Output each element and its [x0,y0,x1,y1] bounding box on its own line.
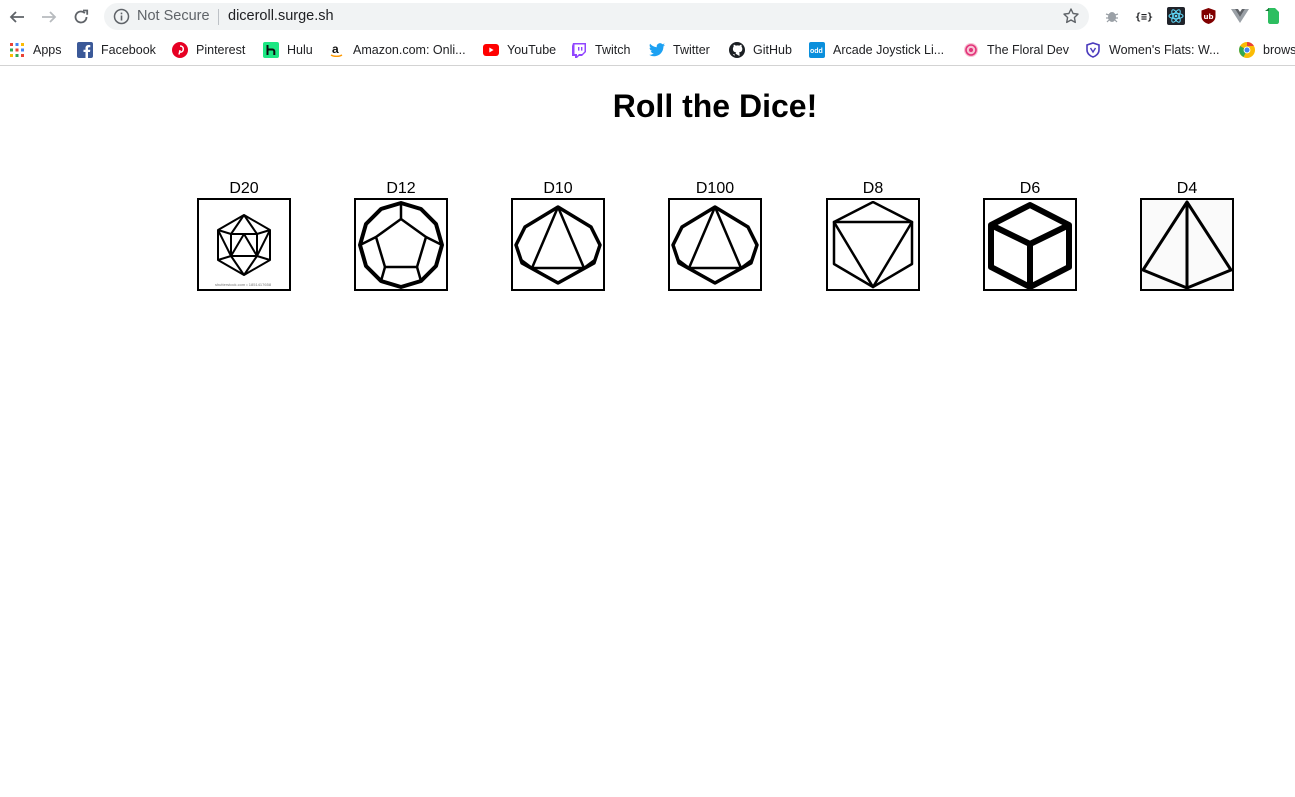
bookmark-label: Twitter [673,43,710,57]
bookmark-github[interactable]: GitHub [729,39,792,61]
forward-arrow-icon [42,11,57,23]
d8-icon [832,200,914,288]
bookmark-pinterest[interactable]: Pinterest [172,39,245,61]
pinterest-icon [172,42,188,58]
bookmark-twitter[interactable]: Twitter [649,39,710,61]
bookmark-label: Hulu [287,43,313,57]
die-card-d100: D100 [668,180,762,291]
bookmark-amazon[interactable]: a Amazon.com: Onli... [329,39,466,61]
chrome-icon [1239,42,1255,58]
bookmark-arcade[interactable]: odd Arcade Joystick Li... [809,39,944,61]
back-button[interactable] [5,5,29,29]
d10-icon [514,204,602,285]
bookmark-facebook[interactable]: Facebook [77,39,156,61]
browser-toolbar: Not Secure diceroll.surge.sh {≡} ub [0,0,1295,34]
floral-icon [963,42,979,58]
d20-button[interactable]: shutterstock.com • 1851417658 [197,198,291,291]
bookmark-label: The Floral Dev [987,43,1069,57]
vue-devtools-icon[interactable] [1231,7,1249,25]
reload-button[interactable] [69,5,93,29]
forward-button[interactable] [37,5,61,29]
bookmark-label: YouTube [507,43,557,57]
address-bar[interactable]: Not Secure diceroll.surge.sh [104,3,1089,30]
apps-grid-icon [9,42,25,58]
die-label: D8 [862,180,884,197]
bug-extension-icon[interactable] [1103,7,1121,25]
die-label: D10 [543,180,573,197]
page-title: Roll the Dice! [612,88,818,124]
youtube-icon [483,42,499,58]
d6-button[interactable] [983,198,1077,291]
svg-text:a: a [332,42,339,56]
bookmark-label: Apps [33,43,62,57]
separator [218,9,219,25]
bookmark-youtube[interactable]: YouTube [483,39,556,61]
svg-text:odd: odd [810,48,823,55]
url-text[interactable]: diceroll.surge.sh [228,8,334,24]
svg-text:ub: ub [1203,13,1213,21]
back-arrow-icon [9,11,24,23]
svg-text:{≡}: {≡} [1135,12,1153,22]
d12-icon [358,200,444,289]
die-card-d8: D8 [826,180,920,291]
bookmark-apps[interactable]: Apps [9,39,62,61]
bookmarks-bar: Apps Facebook Pinterest Hulu a Amazon.co… [0,34,1295,66]
die-card-d12: D12 [354,180,448,291]
die-label: D4 [1176,180,1198,197]
d12-button[interactable] [354,198,448,291]
shield-icon [1085,42,1101,58]
bookmark-womens-flats[interactable]: Women's Flats: W... [1085,39,1220,61]
react-devtools-icon[interactable] [1167,7,1185,25]
die-card-d4: D4 [1140,180,1234,291]
twitch-icon [571,42,587,58]
evernote-extension-icon[interactable] [1263,7,1281,25]
bookmark-floral-dev[interactable]: The Floral Dev [963,39,1069,61]
twitter-icon [649,42,665,58]
bookmark-browser[interactable]: brows [1239,39,1295,61]
bookmark-label: GitHub [753,43,792,57]
d4-icon [1142,200,1232,289]
bookmark-star-icon[interactable] [1062,7,1080,25]
bookmark-label: Pinterest [196,43,246,57]
die-card-d10: D10 [511,180,605,291]
bookmark-label: Twitch [595,43,631,57]
die-label: D6 [1019,180,1041,197]
bookmark-twitch[interactable]: Twitch [571,39,630,61]
die-label: D20 [229,180,259,197]
bookmark-label: Arcade Joystick Li... [833,43,945,57]
die-label: D12 [386,180,416,197]
bookmark-label: brows [1263,43,1295,57]
security-status: Not Secure [137,8,210,24]
d10-button[interactable] [511,198,605,291]
ublock-icon[interactable]: ub [1199,7,1217,25]
d4-button[interactable] [1140,198,1234,291]
json-extension-icon[interactable]: {≡} [1135,7,1153,25]
bookmark-hulu[interactable]: Hulu [263,39,313,61]
d8-button[interactable] [826,198,920,291]
image-credit: shutterstock.com • 1851417658 [214,282,272,287]
facebook-icon [77,42,93,58]
reload-icon [74,9,89,24]
github-icon [729,42,745,58]
arcade-icon: odd [809,42,825,58]
d100-button[interactable] [668,198,762,291]
bookmark-label: Amazon.com: Onli... [353,43,466,57]
die-label: D100 [695,180,735,197]
d100-icon [671,204,759,285]
d20-icon [217,213,271,276]
die-card-d20: D20 shutterstock.com • 1851417658 [197,180,291,291]
die-card-d6: D6 [983,180,1077,291]
info-icon[interactable] [113,8,130,25]
bookmark-label: Women's Flats: W... [1109,43,1220,57]
hulu-icon [263,42,279,58]
amazon-icon: a [329,42,345,58]
bookmark-label: Facebook [101,43,156,57]
d6-icon [988,201,1072,289]
